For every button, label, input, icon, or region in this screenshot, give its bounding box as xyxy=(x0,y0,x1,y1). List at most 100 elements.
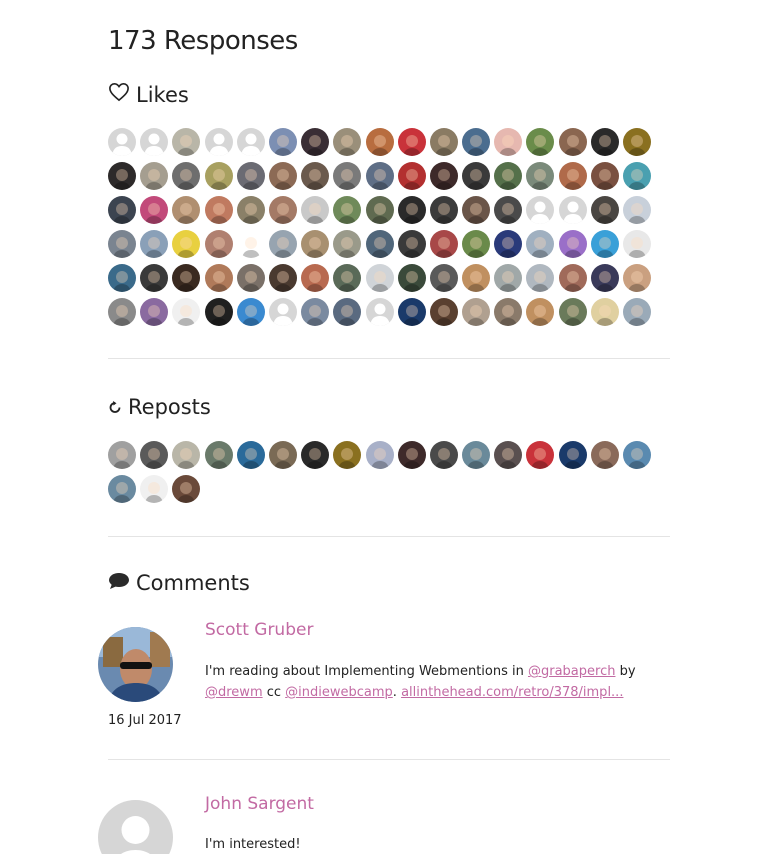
avatar[interactable] xyxy=(526,128,555,156)
avatar[interactable] xyxy=(236,441,265,469)
avatar[interactable] xyxy=(494,128,523,156)
avatar[interactable] xyxy=(140,298,169,326)
avatar[interactable] xyxy=(172,128,201,156)
avatar[interactable] xyxy=(268,264,297,292)
avatar[interactable] xyxy=(558,128,587,156)
avatar[interactable] xyxy=(397,128,426,156)
avatar[interactable] xyxy=(333,196,362,224)
avatar[interactable] xyxy=(590,230,619,258)
avatar[interactable] xyxy=(590,264,619,292)
avatar[interactable] xyxy=(204,128,233,156)
avatar[interactable] xyxy=(623,298,651,326)
avatar[interactable] xyxy=(462,196,491,224)
avatar[interactable] xyxy=(108,441,136,469)
avatar[interactable] xyxy=(333,128,362,156)
avatar[interactable] xyxy=(108,162,136,190)
avatar[interactable] xyxy=(365,441,394,469)
avatar[interactable] xyxy=(526,441,555,469)
avatar[interactable] xyxy=(590,162,619,190)
comment-author-link[interactable]: Scott Gruber xyxy=(205,620,313,640)
avatar[interactable] xyxy=(494,264,523,292)
avatar[interactable] xyxy=(494,441,523,469)
avatar[interactable] xyxy=(301,162,330,190)
avatar[interactable] xyxy=(236,128,265,156)
avatar[interactable] xyxy=(140,441,169,469)
avatar[interactable] xyxy=(558,196,587,224)
avatar[interactable] xyxy=(108,264,136,292)
avatar[interactable] xyxy=(494,230,523,258)
avatar[interactable] xyxy=(429,298,458,326)
avatar[interactable] xyxy=(333,441,362,469)
avatar[interactable] xyxy=(494,196,523,224)
avatar[interactable] xyxy=(526,298,555,326)
avatar[interactable] xyxy=(301,298,330,326)
avatar[interactable] xyxy=(429,196,458,224)
avatar[interactable] xyxy=(140,162,169,190)
avatar[interactable] xyxy=(236,162,265,190)
avatar[interactable] xyxy=(172,230,201,258)
avatar[interactable] xyxy=(365,128,394,156)
avatar[interactable] xyxy=(429,128,458,156)
avatar[interactable] xyxy=(236,298,265,326)
avatar[interactable] xyxy=(462,230,491,258)
avatar[interactable] xyxy=(204,264,233,292)
avatar[interactable] xyxy=(268,128,297,156)
avatar[interactable] xyxy=(397,441,426,469)
avatar[interactable] xyxy=(140,475,169,503)
url-link[interactable]: allinthehead.com/retro/378/impl... xyxy=(401,685,623,700)
avatar[interactable] xyxy=(140,128,169,156)
avatar[interactable] xyxy=(236,230,265,258)
avatar[interactable] xyxy=(204,196,233,224)
avatar[interactable] xyxy=(429,162,458,190)
avatar[interactable] xyxy=(462,264,491,292)
avatar[interactable] xyxy=(365,196,394,224)
mention-link[interactable]: @drewm xyxy=(205,685,263,700)
mention-link[interactable]: @grabaperch xyxy=(528,664,615,679)
comment-author-link[interactable]: John Sargent xyxy=(205,794,314,814)
avatar[interactable] xyxy=(365,298,394,326)
avatar[interactable] xyxy=(526,230,555,258)
avatar[interactable] xyxy=(172,162,201,190)
avatar[interactable] xyxy=(462,441,491,469)
avatar[interactable] xyxy=(333,162,362,190)
avatar[interactable] xyxy=(494,162,523,190)
avatar[interactable] xyxy=(204,441,233,469)
avatar[interactable] xyxy=(397,196,426,224)
avatar[interactable] xyxy=(108,230,136,258)
avatar[interactable] xyxy=(623,264,651,292)
avatar[interactable] xyxy=(108,298,136,326)
avatar[interactable] xyxy=(494,298,523,326)
avatar[interactable] xyxy=(365,230,394,258)
avatar[interactable] xyxy=(333,230,362,258)
avatar[interactable] xyxy=(623,128,651,156)
avatar[interactable] xyxy=(108,128,136,156)
avatar[interactable] xyxy=(526,264,555,292)
avatar[interactable] xyxy=(429,264,458,292)
avatar[interactable] xyxy=(172,475,201,503)
avatar[interactable] xyxy=(172,298,201,326)
avatar[interactable] xyxy=(526,196,555,224)
avatar[interactable] xyxy=(397,298,426,326)
avatar[interactable] xyxy=(268,162,297,190)
avatar[interactable] xyxy=(108,475,136,503)
avatar[interactable] xyxy=(236,264,265,292)
avatar[interactable] xyxy=(365,162,394,190)
avatar[interactable] xyxy=(301,230,330,258)
avatar[interactable] xyxy=(558,230,587,258)
avatar[interactable] xyxy=(623,162,651,190)
avatar[interactable] xyxy=(462,128,491,156)
avatar[interactable] xyxy=(301,196,330,224)
avatar[interactable] xyxy=(590,298,619,326)
avatar[interactable] xyxy=(236,196,265,224)
avatar[interactable] xyxy=(365,264,394,292)
avatar[interactable] xyxy=(172,264,201,292)
avatar[interactable] xyxy=(623,441,651,469)
avatar[interactable] xyxy=(397,264,426,292)
avatar[interactable] xyxy=(140,230,169,258)
avatar[interactable] xyxy=(268,196,297,224)
avatar[interactable] xyxy=(268,298,297,326)
avatar[interactable] xyxy=(397,230,426,258)
avatar[interactable] xyxy=(462,298,491,326)
avatar[interactable] xyxy=(333,298,362,326)
avatar[interactable] xyxy=(558,162,587,190)
